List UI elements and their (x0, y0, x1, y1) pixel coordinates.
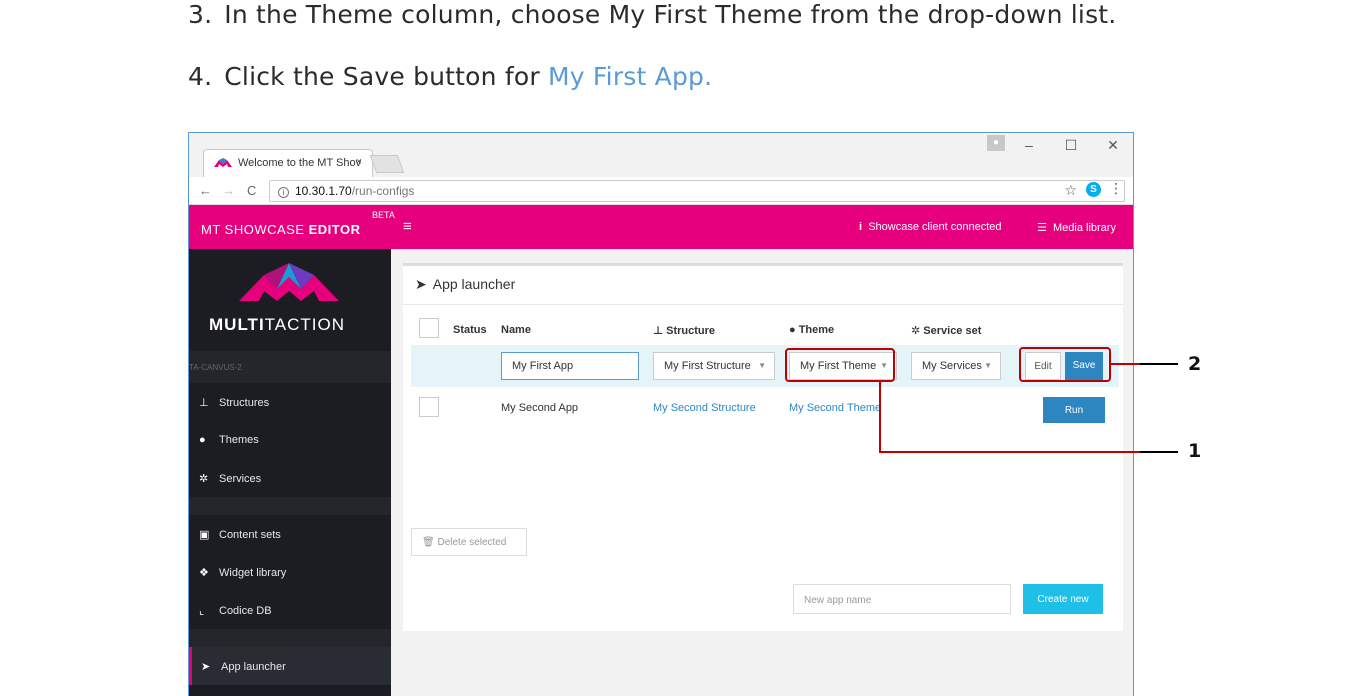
select-all-checkbox[interactable] (419, 318, 439, 338)
save-button[interactable]: Save (1065, 352, 1103, 380)
media-library-link[interactable]: ☰ Media library (1037, 221, 1116, 234)
callout-number-2: 2 (1188, 353, 1202, 375)
palette-icon: ● (199, 434, 206, 446)
sidebar-item-themes[interactable]: ● Themes (189, 421, 391, 459)
codice-icon: ⌞ (199, 605, 205, 617)
cubes-icon: ❖ (199, 567, 209, 579)
info-icon[interactable]: i (278, 187, 289, 198)
multitaction-logo: MULTITACTION (189, 249, 391, 351)
sidebar-item-structures[interactable]: ⊥ Structures (189, 383, 391, 421)
image-icon: ▣ (199, 529, 210, 541)
address-bar: ← → C i 10.30.1.70/run-configs ☆ S ⋮ (189, 177, 1133, 205)
new-app-name-input[interactable]: New app name (793, 584, 1011, 614)
browser-window: Welcome to the MT Shov × ● – ☐ ✕ ← → C i… (188, 132, 1134, 696)
browser-tab[interactable]: Welcome to the MT Shov × (203, 149, 373, 177)
profile-icon[interactable]: ● (987, 135, 1005, 151)
create-new-button[interactable]: Create new (1023, 584, 1103, 614)
callout-number-1: 1 (1188, 440, 1202, 462)
column-header-theme: ● Theme (789, 324, 835, 336)
step-text: In the Theme column, choose My First The… (224, 0, 1117, 29)
app-name-link: My First App. (548, 62, 713, 91)
cogs-icon: ✲ (199, 473, 209, 485)
cogs-icon: ✲ (911, 325, 924, 337)
sidebar-item-codice-db[interactable]: ⌞ Codice DB (189, 591, 391, 629)
column-header-service-set: ✲ Service set (911, 325, 982, 337)
column-header-status: Status (453, 324, 487, 336)
maximize-icon[interactable]: ☐ (1061, 137, 1081, 154)
sidebar-divider (189, 629, 391, 647)
info-icon: i (859, 221, 863, 233)
client-status: i Showcase client connected (859, 221, 1002, 233)
bookmark-star-icon[interactable]: ☆ (1064, 182, 1077, 199)
sitemap-icon: ⊥ (199, 397, 209, 409)
sidebar-item-app-launcher[interactable]: ➤ App launcher (189, 647, 391, 685)
url-path: /run-configs (351, 184, 415, 198)
back-arrow-icon[interactable]: ← (199, 183, 212, 198)
tab-title: Welcome to the MT Shov (238, 157, 362, 169)
reload-icon[interactable]: C (247, 183, 256, 198)
new-tab-button[interactable] (369, 155, 405, 173)
forward-arrow-icon[interactable]: → (222, 183, 235, 198)
step-number: 4. (188, 62, 213, 91)
instruction-step-4: 4. Click the Save button for My First App… (188, 62, 712, 91)
caret-down-icon: ▼ (984, 361, 992, 370)
structure-link[interactable]: My Second Structure (653, 402, 756, 414)
panel-title: ➤ App launcher (415, 276, 516, 292)
palette-icon: ● (789, 324, 799, 336)
rocket-icon: ➤ (201, 661, 211, 673)
sidebar-item-widget-library[interactable]: ❖ Widget library (189, 553, 391, 591)
main-content: ➤ App launcher Status Name ⊥ Structure ● … (391, 249, 1133, 696)
step-number: 3. (188, 0, 213, 29)
sidebar-divider (189, 497, 391, 515)
panel-divider (403, 304, 1123, 305)
multitaction-mark-icon (239, 263, 339, 301)
database-icon: ☰ (1037, 222, 1047, 234)
theme-select[interactable]: My First Theme ▼ (789, 352, 897, 380)
beta-badge: BETA (372, 210, 395, 220)
column-header-structure: ⊥ Structure (653, 325, 716, 337)
mt-logo-icon (214, 158, 232, 167)
structure-select[interactable]: My First Structure ▼ (653, 352, 775, 380)
sidebar-item-services[interactable]: ✲ Services (189, 459, 391, 497)
sitemap-icon: ⊥ (653, 325, 667, 337)
url-input[interactable]: i 10.30.1.70/run-configs (269, 180, 1125, 202)
device-label: TA-CANVUS-2 (189, 351, 391, 383)
row-checkbox[interactable] (419, 397, 439, 417)
services-select[interactable]: My Services ▼ (911, 352, 1001, 380)
hamburger-icon[interactable]: ≡ (403, 218, 412, 235)
app-launcher-panel: ➤ App launcher Status Name ⊥ Structure ● … (403, 263, 1123, 631)
brand-title: MT SHOWCASE EDITOR (201, 222, 361, 237)
edit-button[interactable]: Edit (1025, 352, 1061, 380)
caret-down-icon: ▼ (758, 361, 766, 370)
trash-icon: 🗑 (422, 537, 438, 548)
app-name-input[interactable]: My First App (501, 352, 639, 380)
sidebar-item-content-sets[interactable]: ▣ Content sets (189, 515, 391, 553)
instruction-step-3: 3. In the Theme column, choose My First T… (188, 0, 1116, 29)
url-host: 10.30.1.70 (295, 184, 352, 198)
brand-word: MULTITACTION (209, 315, 346, 334)
title-bar: Welcome to the MT Shov × ● – ☐ ✕ (189, 133, 1133, 177)
app-name: My Second App (501, 402, 579, 414)
minimize-icon[interactable]: – (1019, 137, 1039, 153)
app-header: MT SHOWCASE EDITOR BETA ≡ i Showcase cli… (189, 205, 1133, 249)
skype-icon[interactable]: S (1086, 182, 1101, 197)
rocket-icon: ➤ (415, 276, 427, 292)
menu-dots-icon[interactable]: ⋮ (1109, 180, 1123, 197)
column-header-name: Name (501, 324, 531, 336)
delete-selected-button[interactable]: 🗑 Delete selected (411, 528, 527, 556)
table-row: My First App My First Structure ▼ My Firs… (411, 345, 1119, 387)
theme-link[interactable]: My Second Theme (789, 402, 881, 414)
step-text: Click the Save button for (224, 62, 548, 91)
sidebar: MULTITACTION TA-CANVUS-2 ⊥ Structures ● Th… (189, 249, 391, 696)
run-button[interactable]: Run (1043, 397, 1105, 423)
caret-down-icon: ▼ (880, 361, 888, 370)
tab-close-icon[interactable]: × (356, 156, 362, 168)
close-icon[interactable]: ✕ (1103, 137, 1123, 154)
